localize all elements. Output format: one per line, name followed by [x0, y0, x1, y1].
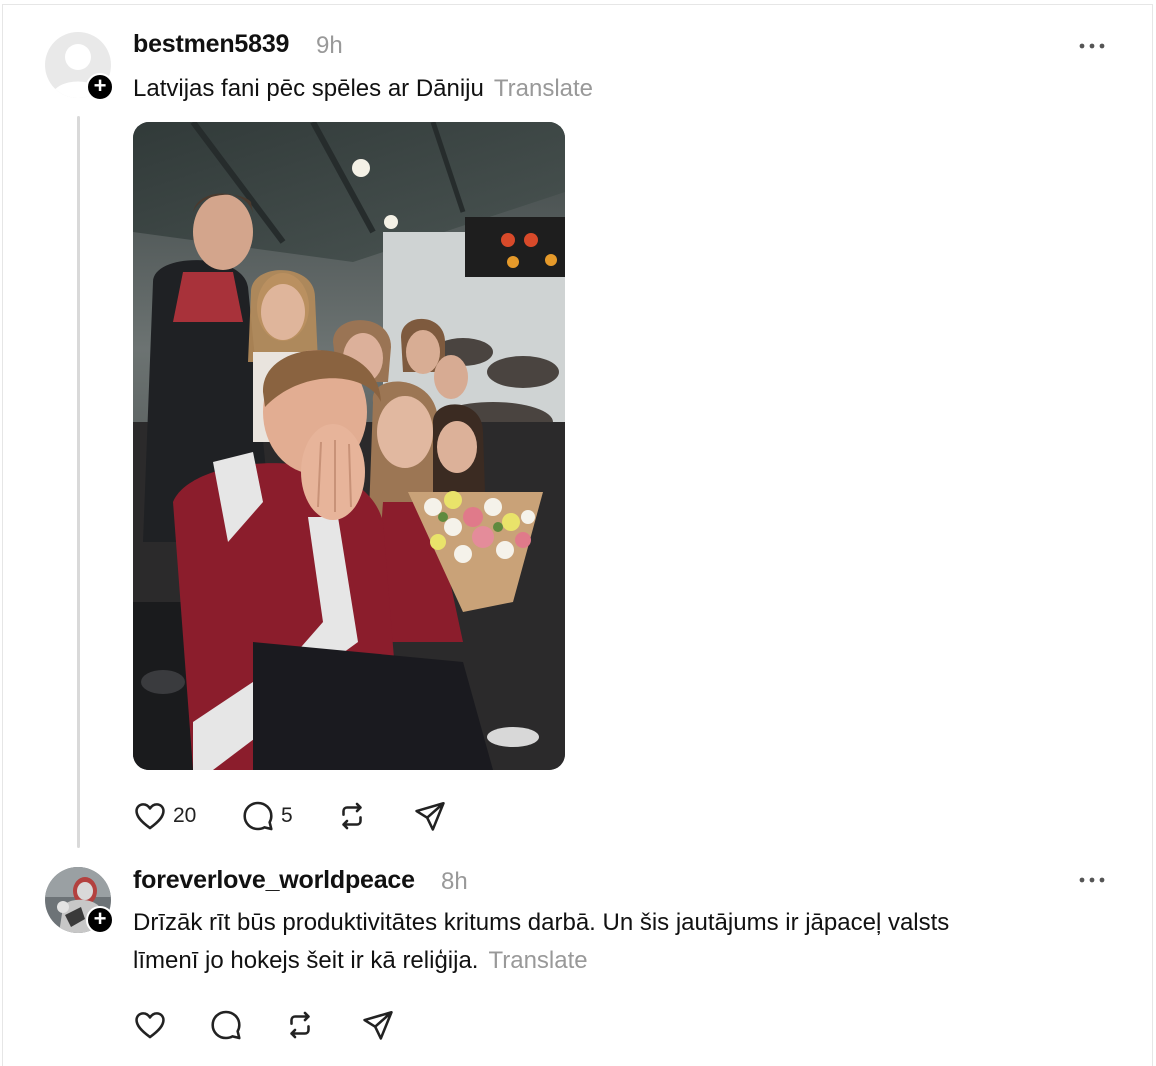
more-horizontal-icon — [1079, 43, 1105, 49]
post-time: 8h — [441, 868, 468, 895]
heart-icon — [135, 1012, 165, 1039]
stadium-fans-photo — [133, 122, 565, 770]
comment-icon — [243, 801, 273, 831]
username[interactable]: foreverlove_worldpeace — [133, 866, 415, 895]
thread-line — [77, 116, 80, 848]
like-button[interactable] — [133, 1005, 167, 1045]
send-icon — [415, 801, 445, 831]
reply-button[interactable] — [209, 1005, 243, 1045]
more-button[interactable] — [1078, 36, 1106, 56]
send-icon — [363, 1010, 393, 1040]
repost-button[interactable] — [283, 1005, 317, 1045]
repost-icon — [290, 1011, 310, 1039]
follow-button[interactable]: + — [86, 906, 114, 934]
share-button[interactable] — [361, 1005, 395, 1045]
more-button[interactable] — [1078, 870, 1106, 890]
share-button[interactable] — [413, 796, 447, 836]
plus-icon: + — [93, 73, 107, 98]
repost-icon — [342, 802, 362, 830]
post-actions: 20 5 — [133, 796, 453, 836]
post-text: Drīzāk rīt būs produktivitātes kritums d… — [133, 904, 1133, 980]
post-text-line: līmenī jo hokejs šeit ir kā reliģija. Tra… — [133, 942, 1133, 980]
translate-link[interactable]: Translate — [494, 75, 593, 102]
repost-button[interactable] — [335, 796, 369, 836]
post-text: Latvijas fani pēc spēles ar Dāniju Transl… — [133, 70, 593, 108]
heart-icon — [135, 803, 165, 830]
more-horizontal-icon — [1079, 877, 1105, 883]
comment-icon — [211, 1010, 241, 1040]
translate-link[interactable]: Translate — [488, 947, 587, 974]
like-button[interactable]: 20 — [133, 796, 196, 836]
post-text-body: Latvijas fani pēc spēles ar Dāniju — [133, 75, 484, 102]
follow-button[interactable]: + — [86, 73, 114, 101]
post-image[interactable] — [133, 122, 565, 770]
reply-count: 5 — [281, 804, 293, 827]
like-count: 20 — [173, 804, 197, 827]
post-text-line: Drīzāk rīt būs produktivitātes kritums d… — [133, 909, 950, 936]
plus-icon: + — [93, 906, 107, 931]
username[interactable]: bestmen5839 — [133, 30, 289, 59]
post-text-body: līmenī jo hokejs šeit ir kā reliģija. — [133, 947, 479, 974]
post-actions — [133, 1005, 413, 1045]
post-time: 9h — [316, 32, 343, 59]
reply-button[interactable]: 5 — [241, 796, 293, 836]
